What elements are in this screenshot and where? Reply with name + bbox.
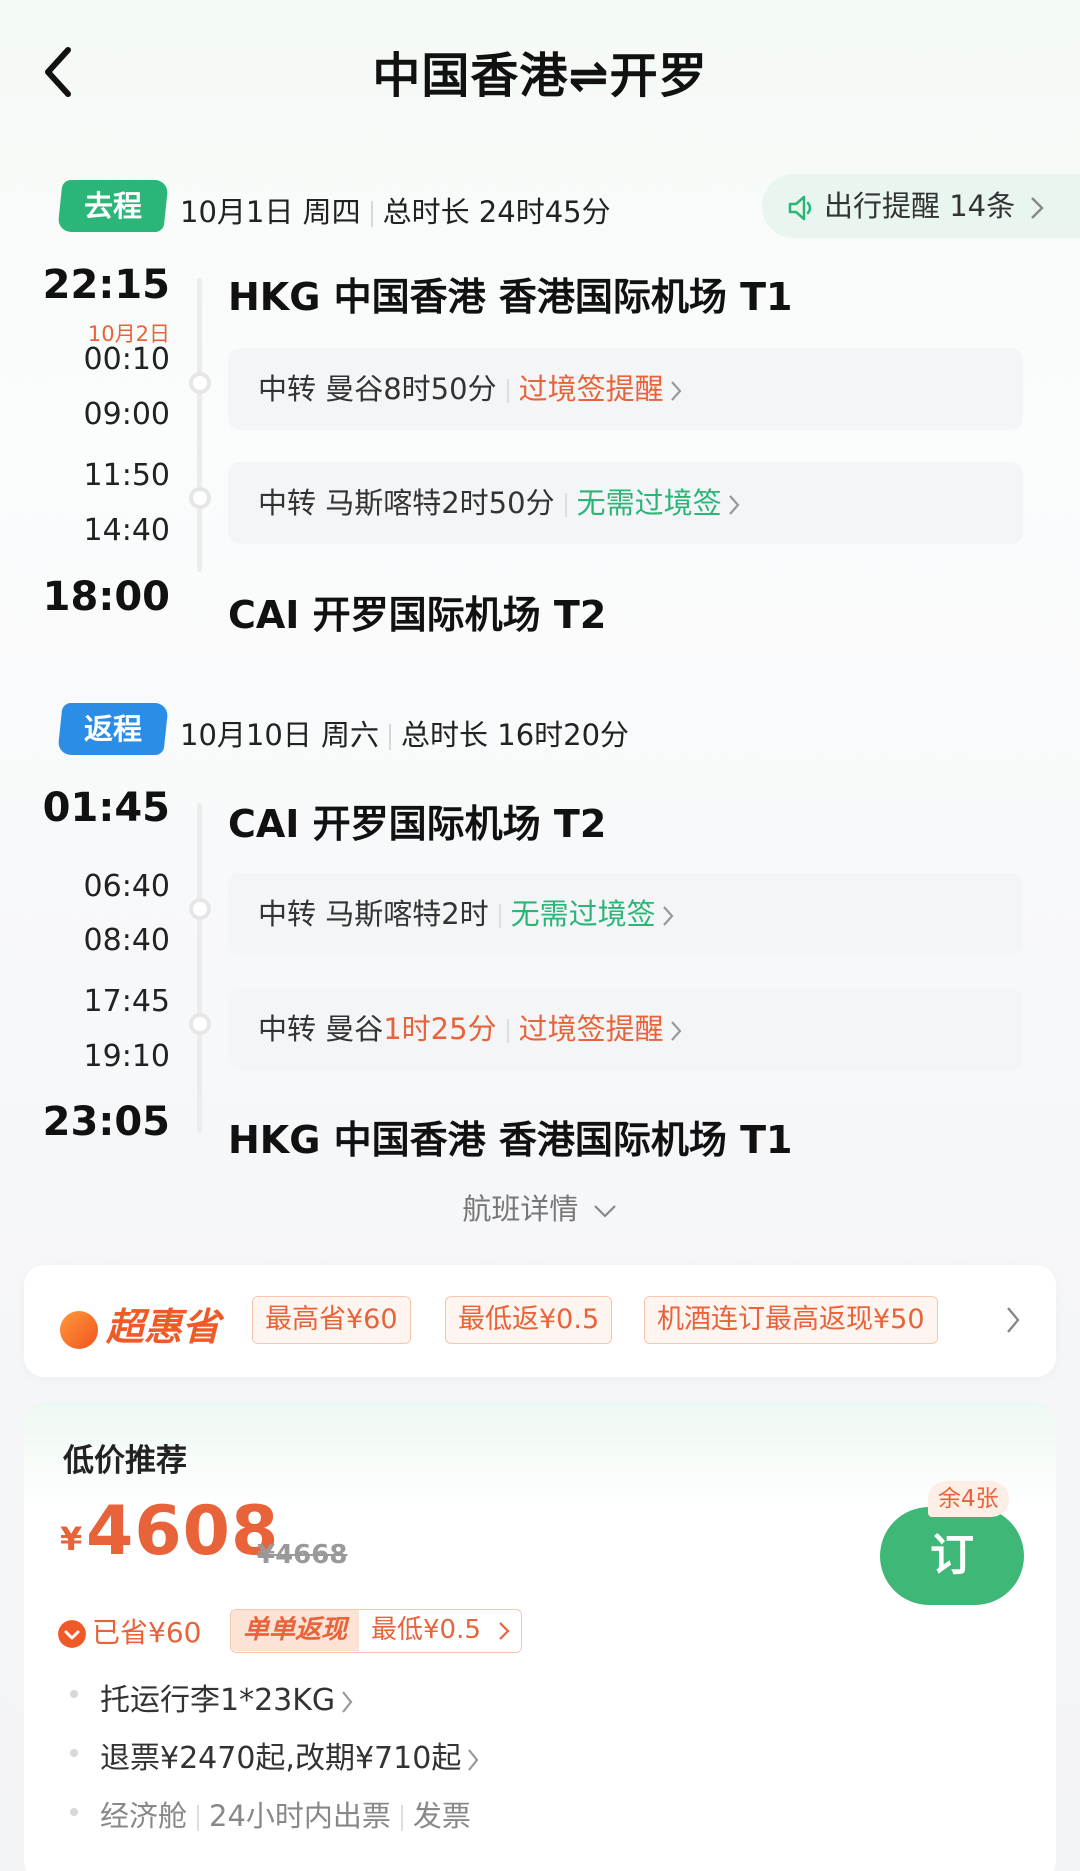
speaker-icon bbox=[788, 195, 812, 221]
promo-chip: 最低返¥0.5 bbox=[445, 1296, 613, 1344]
card-title: 低价推荐 bbox=[63, 1443, 187, 1479]
page-title: 中国香港⇌开罗 bbox=[372, 48, 708, 104]
outbound-transfer-muscat[interactable]: 中转 马斯喀特2时50分 无需过境签 bbox=[228, 462, 1023, 544]
return-date: 10月10日 周六 bbox=[180, 718, 380, 752]
original-price: ¥4668 bbox=[257, 1540, 348, 1570]
flight-details-toggle[interactable]: 航班详情 bbox=[0, 1186, 1080, 1228]
outbound-depart-time: 22:15 bbox=[42, 262, 170, 308]
visa-reminder-link[interactable]: 过境签提醒 bbox=[519, 1012, 664, 1046]
outbound-duration: 总时长 24时45分 bbox=[382, 195, 611, 229]
chevron-right-icon[interactable] bbox=[1004, 1304, 1022, 1336]
chevron-right-icon bbox=[499, 1621, 510, 1640]
return-duration: 总时长 16时20分 bbox=[401, 718, 630, 752]
outbound-depart-airport: HKG 中国香港 香港国际机场 T1 bbox=[228, 275, 793, 319]
travel-notice-label: 出行提醒 14条 bbox=[824, 189, 1016, 223]
chevron-right-icon bbox=[662, 906, 674, 926]
promo-logo: 超惠省 bbox=[60, 1296, 220, 1351]
chevron-right-icon bbox=[728, 495, 740, 515]
return-transfer-muscat[interactable]: 中转 马斯喀特2时 无需过境签 bbox=[228, 873, 1023, 955]
return-arrive-time: 23:05 bbox=[42, 1099, 170, 1145]
outbound-tag: 去程 bbox=[57, 180, 169, 232]
chevron-right-icon bbox=[670, 381, 682, 401]
cabin-info: 经济舱 24小时内出票 发票 bbox=[100, 1793, 471, 1835]
return-depart-time: 01:45 bbox=[42, 785, 170, 831]
ticketing-time: 24小时内出票 bbox=[209, 1799, 391, 1833]
chevron-down-icon bbox=[593, 1205, 616, 1218]
return-stop1-dot bbox=[189, 898, 211, 920]
outbound-stop2-arrive: 11:50 bbox=[83, 458, 170, 493]
no-visa-link[interactable]: 无需过境签 bbox=[577, 486, 722, 520]
bullet bbox=[70, 1690, 78, 1698]
return-info: 10月10日 周六 总时长 16时20分 bbox=[180, 712, 629, 754]
visa-reminder-link[interactable]: 过境签提醒 bbox=[519, 372, 664, 406]
outbound-stop1-depart: 09:00 bbox=[83, 397, 170, 432]
outbound-arrive-time: 18:00 bbox=[42, 574, 170, 620]
book-button[interactable]: 订 bbox=[880, 1507, 1024, 1605]
price-currency: ¥ bbox=[60, 1520, 83, 1558]
outbound-timeline-line bbox=[197, 278, 202, 572]
return-stop1-arrive: 06:40 bbox=[83, 869, 170, 904]
no-visa-link[interactable]: 无需过境签 bbox=[511, 897, 656, 931]
invoice: 发票 bbox=[412, 1799, 471, 1833]
chevron-right-icon bbox=[468, 1748, 479, 1771]
outbound-stop2-depart: 14:40 bbox=[83, 513, 170, 548]
return-stop2-arrive: 17:45 bbox=[83, 984, 170, 1019]
return-stop2-dot bbox=[189, 1013, 211, 1035]
refund-change-info[interactable]: 退票¥2470起,改期¥710起 bbox=[100, 1733, 481, 1777]
outbound-stop1-dot bbox=[189, 372, 211, 394]
chevron-right-icon bbox=[342, 1690, 353, 1713]
bullet bbox=[70, 1808, 78, 1816]
return-stop2-depart: 19:10 bbox=[83, 1039, 170, 1074]
travel-notice-button[interactable]: 出行提醒 14条 bbox=[762, 174, 1080, 238]
return-depart-airport: CAI 开罗国际机场 T2 bbox=[228, 802, 607, 846]
saved-amount: 已省¥60 bbox=[58, 1611, 201, 1651]
outbound-date: 10月1日 周四 bbox=[180, 195, 361, 229]
chevron-right-icon bbox=[670, 1021, 682, 1041]
return-tag: 返程 bbox=[57, 703, 169, 755]
fire-icon bbox=[60, 1310, 98, 1349]
price: 4608 bbox=[86, 1492, 280, 1571]
outbound-info: 10月1日 周四 总时长 24时45分 bbox=[180, 189, 611, 231]
chevron-right-icon bbox=[1031, 197, 1045, 219]
remaining-badge: 余4张 bbox=[928, 1481, 1009, 1517]
return-arrive-airport: HKG 中国香港 香港国际机场 T1 bbox=[228, 1118, 793, 1162]
promo-chip: 机酒连订最高返现¥50 bbox=[644, 1296, 938, 1344]
bullet bbox=[70, 1749, 78, 1757]
outbound-transfer-bangkok[interactable]: 中转 曼谷8时50分 过境签提醒 bbox=[228, 348, 1023, 430]
baggage-info[interactable]: 托运行李1*23KG bbox=[100, 1675, 355, 1719]
return-stop1-depart: 08:40 bbox=[83, 923, 170, 958]
return-timeline-line bbox=[197, 803, 202, 1133]
promo-chip: 最高省¥60 bbox=[252, 1296, 411, 1344]
outbound-arrive-airport: CAI 开罗国际机场 T2 bbox=[228, 593, 607, 637]
outbound-stop1-arrive: 00:10 bbox=[83, 342, 170, 377]
return-transfer-bangkok[interactable]: 中转 曼谷1时25分 过境签提醒 bbox=[228, 988, 1023, 1070]
arrow-down-circle-icon bbox=[58, 1620, 86, 1648]
cabin-class: 经济舱 bbox=[100, 1799, 188, 1833]
outbound-stop2-dot bbox=[189, 487, 211, 509]
cashback-tag[interactable]: 单单返现 最低¥0.5 bbox=[230, 1609, 522, 1653]
